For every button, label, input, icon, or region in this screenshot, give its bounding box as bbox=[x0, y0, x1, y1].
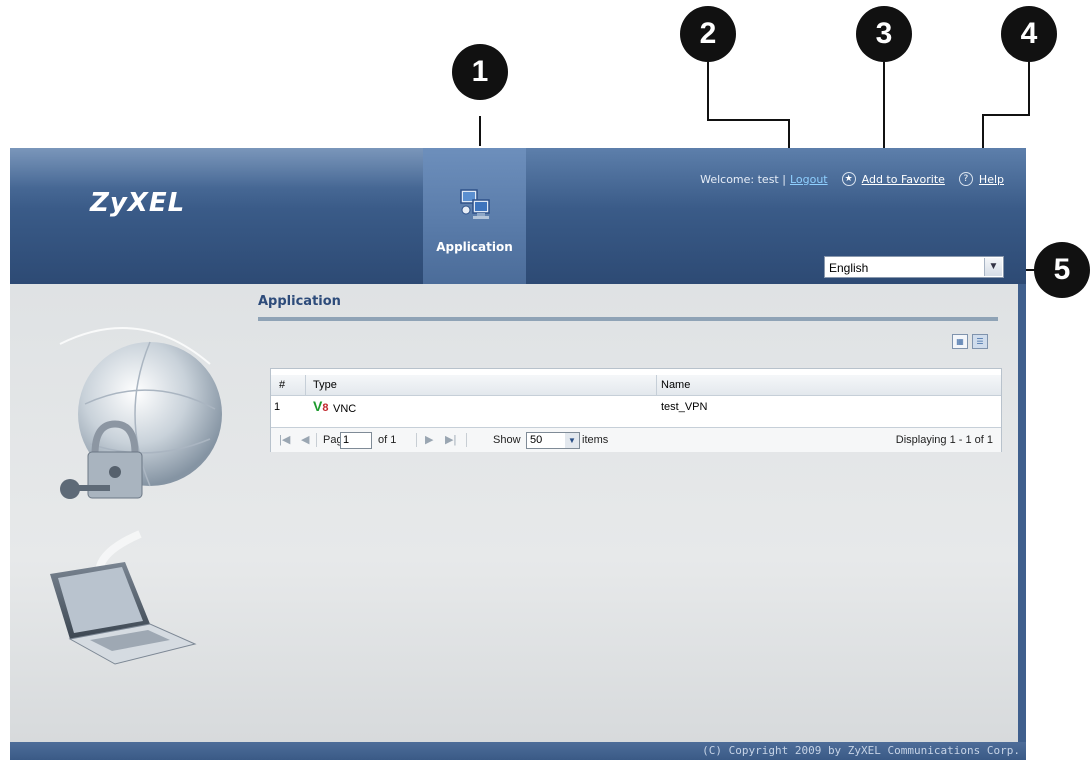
vnc-logo-superscript: 8 bbox=[322, 402, 329, 414]
page-title: Application bbox=[258, 294, 341, 309]
add-favorite-link[interactable]: Add to Favorite bbox=[862, 173, 945, 186]
security-illustration bbox=[50, 327, 222, 665]
callout-5: 5 bbox=[1034, 242, 1090, 298]
displaying-status: Displaying 1 - 1 of 1 bbox=[895, 434, 993, 446]
callout-4-leader bbox=[1028, 62, 1030, 116]
chevron-down-icon[interactable]: ▼ bbox=[565, 433, 579, 448]
callout-4: 4 bbox=[1001, 6, 1057, 62]
items-label: items bbox=[582, 434, 609, 446]
table-row[interactable]: 1 V8 VNC test_VPN bbox=[271, 396, 1001, 418]
last-page-icon[interactable]: ▶| bbox=[445, 433, 456, 446]
help-icon: ? bbox=[958, 172, 973, 186]
icon-view-icon[interactable]: ▦ bbox=[952, 334, 968, 349]
page-size-value: 50 bbox=[530, 434, 543, 446]
first-page-icon[interactable]: |◀ bbox=[279, 433, 290, 446]
app-frame: ZyXEL Application Welcome: test | Logout… bbox=[10, 148, 1026, 760]
view-toggle: ▦ ☰ bbox=[952, 334, 988, 349]
zyxel-logo: ZyXEL bbox=[90, 188, 186, 218]
row-name: test_VPN bbox=[661, 401, 708, 413]
callout-2-leader bbox=[707, 62, 709, 120]
callout-1: 1 bbox=[452, 44, 508, 100]
copyright-text: (C) Copyright 2009 by ZyXEL Communicatio… bbox=[702, 744, 1020, 757]
language-selected-value: English bbox=[829, 261, 869, 275]
callout-3: 3 bbox=[856, 6, 912, 62]
page-size-select[interactable]: 50 ▼ bbox=[526, 432, 580, 449]
header-bar: ZyXEL Application Welcome: test | Logout… bbox=[10, 148, 1026, 284]
application-table: # Type Name 1 V8 VNC test_VPN |◀ ◀ Page … bbox=[270, 368, 1002, 452]
show-label: Show bbox=[493, 434, 521, 446]
column-header-index[interactable]: # bbox=[279, 379, 285, 391]
vnc-icon: V8 bbox=[313, 398, 328, 414]
main-content: Application ▦ ☰ # Type Name 1 V8 VNC tes… bbox=[10, 284, 1018, 742]
callout-1-leader bbox=[479, 116, 481, 146]
top-links: Welcome: test | Logout ★ Add to Favorite… bbox=[700, 172, 1004, 186]
welcome-text: Welcome: test | bbox=[700, 172, 786, 186]
pagination-bar: |◀ ◀ Page 1 of 1 ▶ ▶| Show 50 ▼ items Di… bbox=[271, 427, 1001, 452]
page-number-input[interactable]: 1 bbox=[340, 432, 372, 449]
row-type: VNC bbox=[333, 403, 357, 415]
callout-2-leader bbox=[707, 119, 790, 121]
row-index: 1 bbox=[274, 401, 281, 413]
footer-bar: (C) Copyright 2009 by ZyXEL Communicatio… bbox=[10, 742, 1026, 760]
tab-application-label: Application bbox=[436, 240, 513, 254]
callout-2: 2 bbox=[680, 6, 736, 62]
application-icon bbox=[460, 189, 490, 219]
help-link[interactable]: Help bbox=[979, 173, 1004, 186]
column-header-name[interactable]: Name bbox=[661, 379, 690, 391]
callout-4-leader bbox=[982, 114, 1030, 116]
prev-page-icon[interactable]: ◀ bbox=[301, 433, 309, 446]
next-page-icon[interactable]: ▶ bbox=[425, 433, 433, 446]
language-select[interactable]: English ▼ bbox=[824, 256, 1004, 278]
header-sheen bbox=[10, 148, 440, 188]
column-header-type[interactable]: Type bbox=[313, 379, 337, 391]
add-favorite-icon: ★ bbox=[841, 172, 856, 186]
chevron-down-icon[interactable]: ▼ bbox=[984, 258, 1002, 276]
logout-link[interactable]: Logout bbox=[790, 173, 828, 186]
tab-application[interactable]: Application bbox=[423, 148, 526, 284]
title-divider bbox=[258, 317, 998, 321]
page-count-label: of 1 bbox=[378, 434, 397, 446]
vnc-logo-letter: V bbox=[313, 398, 323, 414]
list-view-icon[interactable]: ☰ bbox=[972, 334, 988, 349]
table-header: # Type Name bbox=[271, 375, 1001, 396]
